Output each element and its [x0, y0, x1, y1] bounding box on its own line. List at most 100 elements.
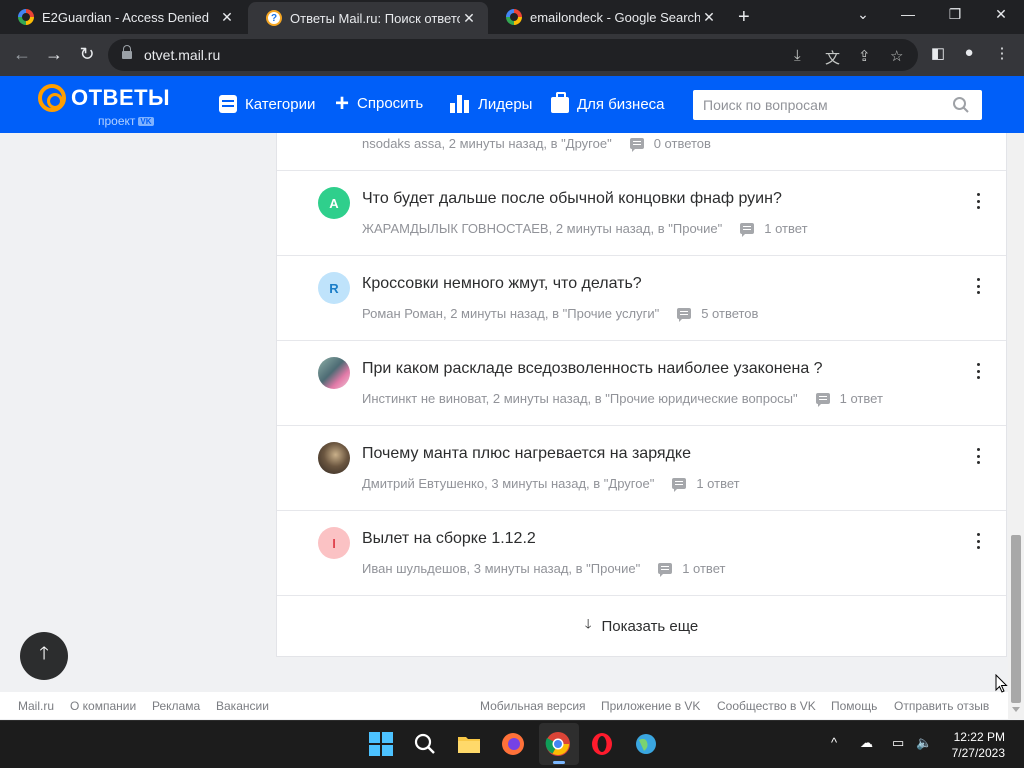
list-icon — [219, 95, 237, 113]
scroll-to-top-button[interactable]: 🡑 — [20, 632, 68, 680]
footer-link-vk-app[interactable]: Приложение в VK — [601, 699, 700, 713]
address-bar[interactable]: otvet.mail.ru ⤓ 文 ⇪ ☆ — [108, 39, 918, 71]
side-panel-icon[interactable]: ◧ — [926, 44, 950, 62]
more-options-icon[interactable] — [974, 193, 982, 209]
nav-ask[interactable]: + Спросить — [335, 91, 423, 115]
scrollbar-thumb[interactable] — [1011, 535, 1021, 703]
windows-taskbar: ^ ☁ ▭ 🔈 12:22 PM 7/27/2023 — [0, 720, 1024, 768]
lock-icon[interactable] — [122, 45, 132, 61]
more-options-icon[interactable] — [974, 533, 982, 549]
footer-link-help[interactable]: Помощь — [831, 699, 877, 713]
site-header: ОТВЕТЫ проект VK Категории + Спросить Лид… — [0, 76, 1024, 133]
question-title[interactable]: При каком раскладе вседозволенность наиб… — [362, 360, 823, 378]
taskbar-search-icon[interactable] — [412, 731, 438, 757]
share-icon[interactable]: ⇪ — [858, 47, 871, 65]
arrow-up-icon: 🡑 — [39, 643, 49, 663]
install-app-icon[interactable]: ⤓ — [794, 47, 801, 64]
answers-count: 0 ответов — [629, 136, 711, 152]
avatar-photo[interactable] — [318, 357, 350, 389]
tab-google-search[interactable]: emailondeck - Google Search ✕ — [488, 0, 728, 34]
browser-tab-strip: E2Guardian - Access Denied ✕ ? Ответы Ma… — [0, 0, 1024, 34]
new-tab-button[interactable]: + — [738, 6, 750, 29]
opera-icon[interactable] — [589, 731, 615, 757]
question-item[interactable]: При каком раскладе вседозволенность наиб… — [277, 341, 1006, 426]
tab-search-chevron-icon[interactable]: ⌄ — [848, 6, 878, 23]
footer-link-vk-community[interactable]: Сообщество в VK — [717, 699, 816, 713]
question-item[interactable]: А Что будет дальше после обычной концовк… — [277, 171, 1006, 256]
network-globe-icon[interactable] — [633, 731, 659, 757]
search-icon[interactable] — [952, 96, 970, 114]
scroll-down-arrow-icon[interactable] — [1012, 707, 1020, 712]
search-input[interactable] — [693, 90, 982, 120]
question-title[interactable]: Кроссовки немного жмут, что делать? — [362, 275, 642, 293]
nav-business[interactable]: Для бизнеса — [551, 92, 665, 113]
question-meta: Дмитрий Евтушенко, 3 минуты назад, в "Др… — [362, 476, 740, 492]
network-icon[interactable]: ▭ — [892, 735, 904, 751]
show-hidden-icons-chevron[interactable]: ^ — [831, 735, 837, 750]
question-meta: nsodaks assa, 2 минуты назад, в "Другое"… — [362, 136, 711, 152]
bookmark-star-icon[interactable]: ☆ — [890, 47, 903, 65]
file-explorer-icon[interactable] — [456, 731, 482, 757]
avatar[interactable]: I — [318, 527, 350, 559]
question-item[interactable]: I Вылет на сборке 1.12.2 Иван шульдешов,… — [277, 511, 1006, 596]
footer-link-jobs[interactable]: Вакансии — [216, 699, 269, 713]
comment-icon — [658, 563, 673, 577]
close-tab-icon[interactable]: ✕ — [218, 9, 236, 26]
windows-start-icon[interactable] — [368, 731, 394, 757]
chrome-icon[interactable] — [545, 731, 571, 757]
author-name[interactable]: nsodaks assa, 2 минуты назад, в "Другое" — [362, 136, 612, 151]
comment-icon — [677, 308, 692, 322]
show-more-button[interactable]: 🡓 Показать еще — [277, 596, 1006, 656]
menu-kebab-icon[interactable]: ⋮ — [990, 44, 1014, 62]
url-text: otvet.mail.ru — [144, 47, 221, 63]
tab-e2guardian[interactable]: E2Guardian - Access Denied ✕ — [0, 0, 246, 34]
logo-subtitle: проект VK — [98, 114, 154, 128]
footer-link-feedback[interactable]: Отправить отзыв — [894, 699, 989, 713]
close-window-button[interactable]: ✕ — [986, 6, 1016, 23]
tab-otvety[interactable]: ? Ответы Mail.ru: Поиск ответов н ✕ — [248, 2, 488, 34]
footer-link-mobile[interactable]: Мобильная версия — [480, 699, 586, 713]
question-item[interactable]: Почему манта плюс нагревается на зарядке… — [277, 426, 1006, 511]
mouse-cursor-icon — [995, 674, 1008, 693]
author-name[interactable]: ЖАРАМДЫЛЫК ГОВНОСТАЕВ, 2 минуты назад, в… — [362, 221, 722, 236]
forward-button[interactable]: → — [42, 44, 66, 65]
avatar[interactable]: А — [318, 187, 350, 219]
bar-chart-icon — [450, 95, 470, 113]
author-name[interactable]: Дмитрий Евтушенко, 3 минуты назад, в "Др… — [362, 476, 654, 491]
close-tab-icon[interactable]: ✕ — [460, 10, 478, 27]
profile-icon[interactable]: ● — [957, 44, 981, 61]
more-options-icon[interactable] — [974, 278, 982, 294]
more-options-icon[interactable] — [974, 448, 982, 464]
more-options-icon[interactable] — [974, 363, 982, 379]
question-item[interactable]: nsodaks assa, 2 минуты назад, в "Другое"… — [277, 133, 1006, 171]
footer-link-ads[interactable]: Реклама — [152, 699, 200, 713]
author-name[interactable]: Иван шульдешов, 3 минуты назад, в "Прочи… — [362, 561, 640, 576]
nav-leaders[interactable]: Лидеры — [450, 95, 532, 113]
footer-link-about[interactable]: О компании — [70, 699, 136, 713]
back-button[interactable]: ← — [10, 44, 34, 65]
author-name[interactable]: Инстинкт не виноват, 2 минуты назад, в "… — [362, 391, 798, 406]
question-title[interactable]: Что будет дальше после обычной концовки … — [362, 190, 782, 208]
question-title[interactable]: Почему манта плюс нагревается на зарядке — [362, 445, 691, 463]
author-name[interactable]: Роман Роман, 2 минуты назад, в "Прочие у… — [362, 306, 659, 321]
nav-categories[interactable]: Категории — [219, 95, 315, 113]
close-tab-icon[interactable]: ✕ — [700, 9, 718, 26]
question-title[interactable]: Вылет на сборке 1.12.2 — [362, 530, 536, 548]
reload-button[interactable]: ↻ — [75, 44, 99, 65]
firefox-icon[interactable] — [500, 731, 526, 757]
answers-count: 5 ответов — [677, 306, 758, 322]
answers-count: 1 ответ — [815, 391, 883, 407]
cloud-sync-icon[interactable]: ☁ — [860, 735, 873, 751]
minimize-button[interactable]: — — [893, 6, 923, 22]
question-meta: Инстинкт не виноват, 2 минуты назад, в "… — [362, 391, 883, 407]
question-item[interactable]: R Кроссовки немного жмут, что делать? Ро… — [277, 256, 1006, 341]
footer-link-mailru[interactable]: Mail.ru — [18, 699, 54, 713]
avatar-photo[interactable] — [318, 442, 350, 474]
avatar[interactable]: R — [318, 272, 350, 304]
taskbar-clock[interactable]: 12:22 PM 7/27/2023 — [930, 729, 1005, 761]
logo-text: ОТВЕТЫ — [71, 85, 171, 110]
translate-icon[interactable]: 文 — [825, 47, 840, 68]
arrow-down-icon: 🡓 — [584, 616, 592, 631]
site-footer: Mail.ru О компании Реклама Вакансии Моби… — [0, 692, 1008, 719]
restore-button[interactable]: ❐ — [940, 6, 970, 23]
